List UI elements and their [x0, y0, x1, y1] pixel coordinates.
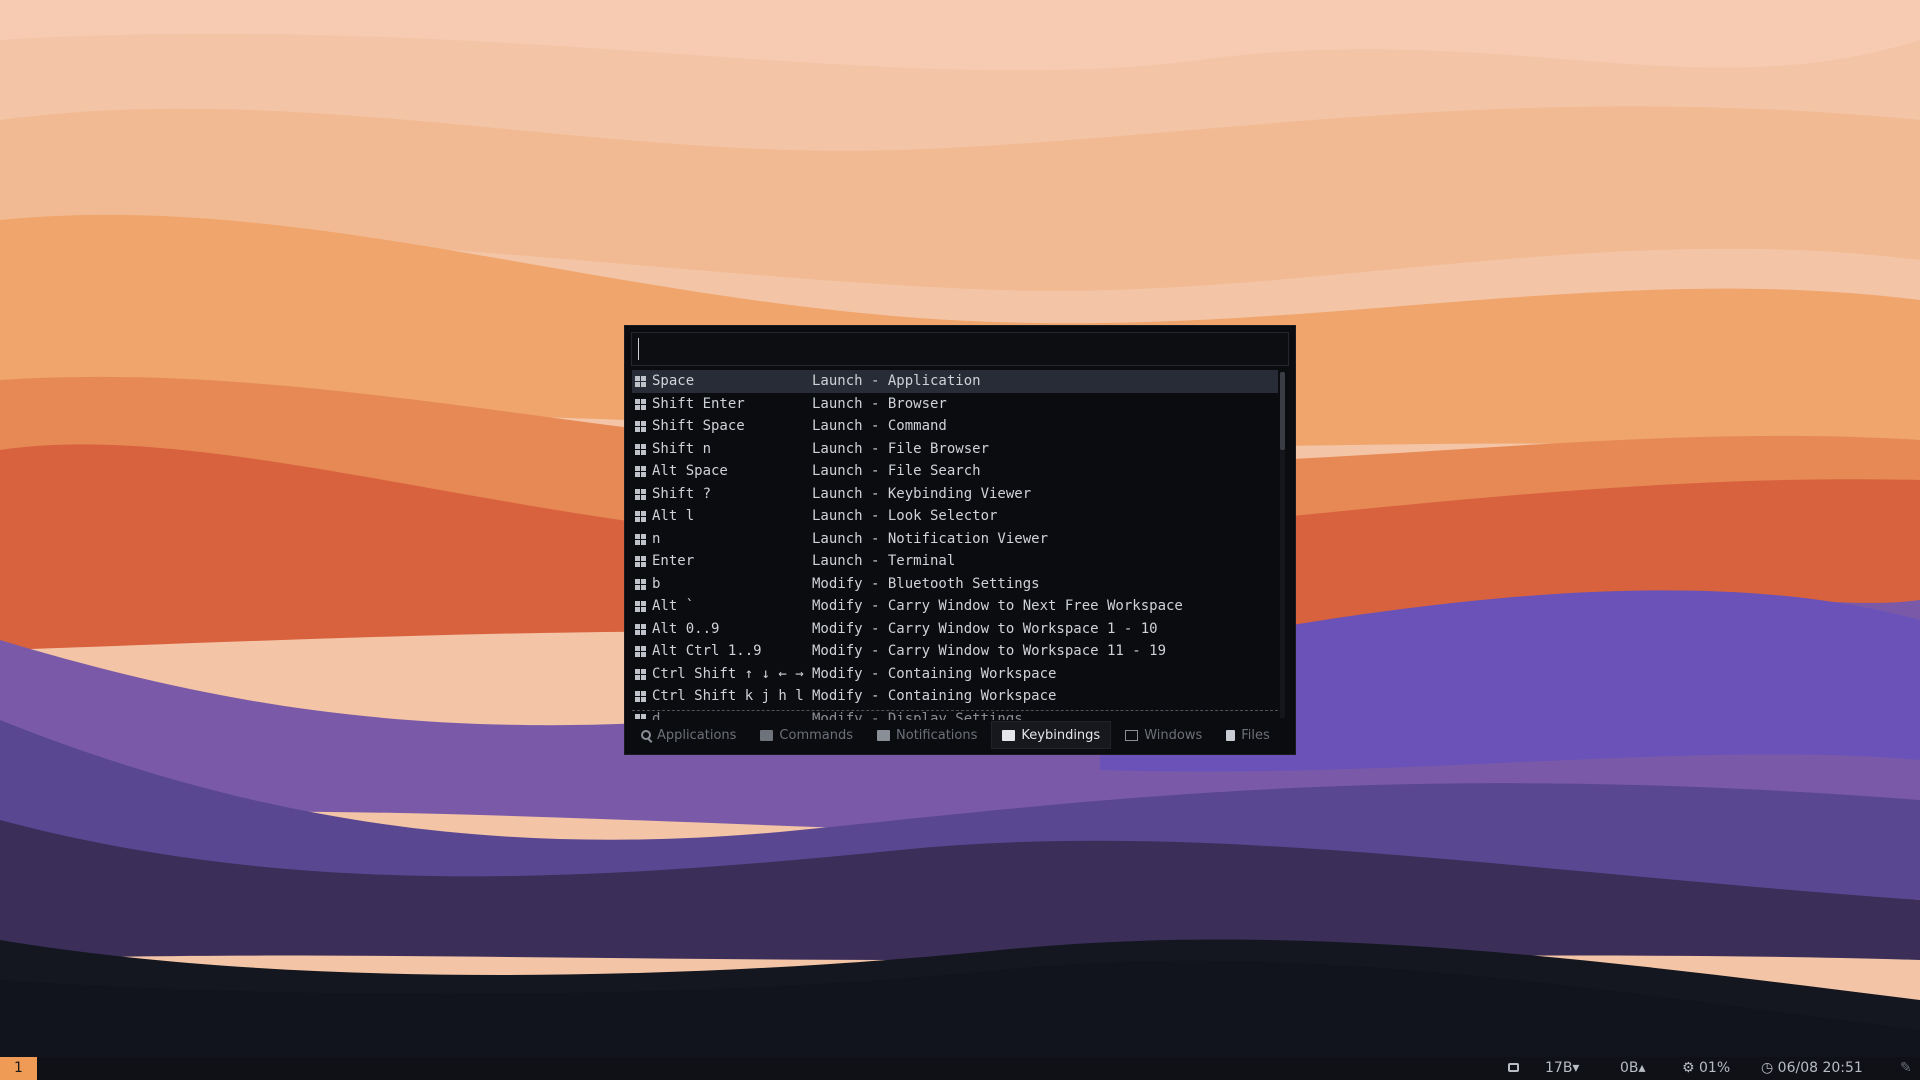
keybinding-keys: Ctrl Shift k j h l: [652, 688, 804, 704]
keybinding-action: Modify - Bluetooth Settings: [812, 575, 1040, 592]
keybinding-action: Launch - File Search: [812, 463, 981, 479]
cpu-value: 01%: [1699, 1060, 1731, 1076]
keybinding-action: Modify - Carry Window to Workspace 11 - …: [812, 643, 1167, 659]
tab-applications[interactable]: Applications: [631, 721, 746, 749]
search-box[interactable]: [631, 332, 1289, 366]
super-key-icon: [635, 511, 647, 523]
scroll-thumb[interactable]: [1280, 372, 1285, 450]
clock-value: 06/08 20:51: [1777, 1060, 1863, 1076]
super-key-icon: [635, 601, 647, 613]
keybinding-action: Launch - Application: [812, 373, 981, 389]
keyboard-icon: [1002, 729, 1016, 741]
keybinding-action: Launch - File Browser: [812, 440, 990, 457]
cpu-icon: ⚙: [1682, 1060, 1695, 1076]
keybinding-keys: Alt Ctrl 1..9: [652, 643, 762, 659]
terminal-icon: [760, 729, 774, 741]
keybinding-row[interactable]: Alt l Launch - Look Selector: [632, 505, 1278, 528]
workspace-indicator[interactable]: 1: [0, 1057, 37, 1080]
tab-bar: Applications Commands Notifications Keybind…: [631, 720, 1289, 750]
keybinding-row[interactable]: n Launch - Notification Viewer: [632, 528, 1278, 551]
tab-files[interactable]: Files: [1216, 721, 1280, 749]
search-input[interactable]: [638, 338, 1287, 360]
keybinding-keys: Shift n: [652, 440, 712, 457]
clock-icon: ◷: [1761, 1060, 1774, 1076]
tab-label: Applications: [657, 727, 737, 743]
keybinding-row[interactable]: Alt Space Launch - File Search: [632, 460, 1278, 483]
keybinding-row[interactable]: Ctrl Shift ↑ ↓ ← → Modify - Containing Wo…: [632, 663, 1278, 686]
tab-windows[interactable]: Windows: [1115, 721, 1212, 749]
keybinding-keys: Shift ?: [652, 485, 712, 502]
keybinding-row[interactable]: Shift ? Launch - Keybinding Viewer: [632, 483, 1278, 506]
keybinding-row[interactable]: Shift Enter Launch - Browser: [632, 393, 1278, 416]
keybinding-row[interactable]: Enter Launch - Terminal: [632, 550, 1278, 573]
tab-label: Files: [1241, 727, 1270, 743]
keybinding-list[interactable]: Space Launch - Application Shift Enter Laun…: [632, 370, 1278, 720]
super-key-icon: [635, 421, 647, 433]
super-key-icon: [635, 623, 647, 636]
keybinding-keys: Shift Enter: [652, 395, 745, 412]
keybinding-row[interactable]: Alt ` Modify - Carry Window to Next Free …: [632, 595, 1278, 618]
keybinding-action: Modify - Carry Window to Next Free Works…: [812, 598, 1183, 614]
keybinding-keys: b: [652, 575, 661, 592]
super-key-icon: [635, 376, 647, 388]
keybinding-keys: Ctrl Shift ↑ ↓ ← →: [652, 665, 804, 682]
tab-keybindings[interactable]: Keybindings: [991, 721, 1112, 749]
clock[interactable]: ◷ 06/08 20:51: [1761, 1057, 1863, 1080]
keybinding-keys: n: [652, 530, 661, 547]
super-key-icon: [635, 556, 647, 568]
super-key-icon: [635, 691, 647, 703]
tab-label: Keybindings: [1021, 727, 1101, 743]
keybinding-keys: Shift Space: [652, 418, 745, 434]
launcher-window: Space Launch - Application Shift Enter Laun…: [624, 325, 1296, 755]
keybinding-row[interactable]: Shift Space Launch - Command: [632, 415, 1278, 438]
keybinding-action: Modify - Containing Workspace: [812, 665, 1057, 682]
network-download: 17B▾: [1545, 1060, 1580, 1076]
super-key-icon: [635, 668, 647, 681]
keybinding-action: Launch - Browser: [812, 395, 947, 412]
tab-commands[interactable]: Commands: [750, 721, 863, 749]
window-icon: [1125, 729, 1139, 741]
keybinding-row[interactable]: Space Launch - Application: [632, 370, 1278, 393]
file-icon: [1226, 729, 1236, 741]
keybinding-keys: Alt 0..9: [652, 620, 720, 637]
tab-label: Notifications: [896, 727, 978, 743]
keybinding-action: Launch - Look Selector: [812, 508, 998, 524]
keybinding-action: Launch - Notification Viewer: [812, 530, 1049, 547]
super-key-icon: [635, 488, 647, 501]
tab-label: Windows: [1144, 727, 1203, 743]
scrollbar[interactable]: [1280, 372, 1285, 718]
keybinding-keys: Space: [652, 373, 695, 389]
taskbar: 1 17B▾ 0B▴ ⚙ 01% ◷ 06/08 20:51 ✎: [0, 1057, 1920, 1080]
keybinding-action: Modify - Carry Window to Workspace 1 - 1…: [812, 620, 1158, 637]
keybinding-row[interactable]: Alt 0..9 Modify - Carry Window to Workspa…: [632, 618, 1278, 641]
keybinding-keys: Enter: [652, 553, 695, 569]
search-icon: [641, 730, 651, 740]
screen-icon[interactable]: [1508, 1057, 1522, 1080]
keybinding-action: Launch - Keybinding Viewer: [812, 485, 1032, 502]
keybinding-row[interactable]: Ctrl Shift k j h l Modify - Containing Wo…: [632, 685, 1278, 708]
super-key-icon: [635, 466, 647, 478]
tab-label: Commands: [779, 727, 854, 743]
keybinding-action: Launch - Terminal: [812, 553, 956, 569]
keybinding-row[interactable]: Shift n Launch - File Browser: [632, 438, 1278, 461]
keybinding-keys: Alt l: [652, 508, 695, 524]
super-key-icon: [635, 578, 647, 591]
cpu-usage: ⚙ 01%: [1682, 1057, 1730, 1080]
bell-icon: [877, 729, 891, 741]
keybinding-action: Launch - Command: [812, 418, 947, 434]
list-divider: [632, 710, 1278, 720]
pin-icon[interactable]: ✎: [1900, 1057, 1912, 1080]
keybinding-keys: Alt Space: [652, 463, 728, 479]
keybinding-row[interactable]: Alt Ctrl 1..9 Modify - Carry Window to Wo…: [632, 640, 1278, 663]
keybinding-action: Modify - Containing Workspace: [812, 688, 1057, 704]
tab-notifications[interactable]: Notifications: [867, 721, 987, 749]
super-key-icon: [635, 398, 647, 411]
super-key-icon: [635, 646, 647, 658]
super-key-icon: [635, 533, 647, 546]
keybinding-row[interactable]: b Modify - Bluetooth Settings: [632, 573, 1278, 596]
super-key-icon: [635, 443, 647, 456]
keybinding-keys: Alt `: [652, 598, 695, 614]
network-upload: 0B▴: [1620, 1060, 1646, 1076]
